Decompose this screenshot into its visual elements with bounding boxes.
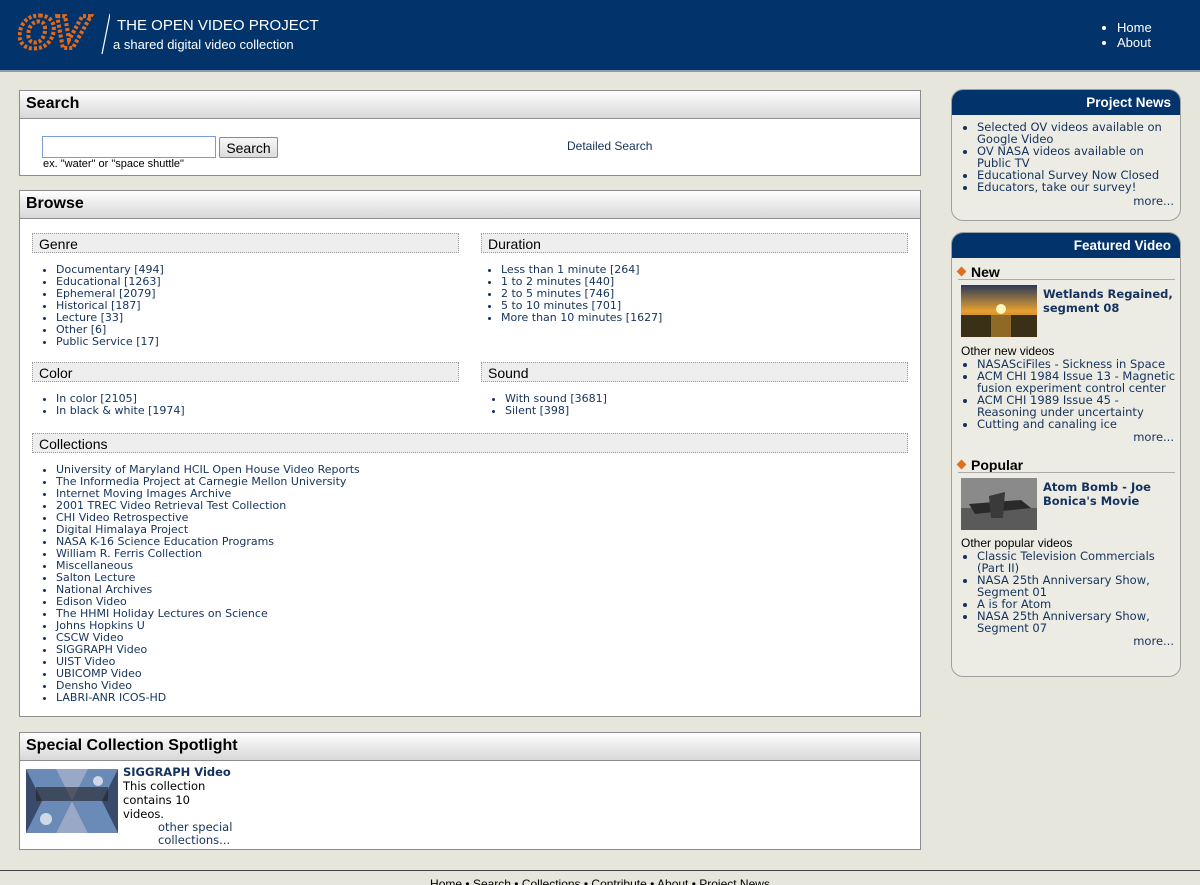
nav-item-home: Home [1117,20,1152,35]
spotlight-description: This collection contains 10 videos. [123,779,206,821]
other-new-list: NASASciFiles - Sickness in Space ACM CHI… [952,358,1180,430]
color-heading: Color [32,362,459,382]
list-item: Educators, take our survey! [977,181,1180,193]
news-link[interactable]: Educators, take our survey! [977,180,1136,194]
nav-about-link[interactable]: About [1117,35,1151,50]
genre-link[interactable]: Public Service [17] [56,335,159,348]
top-nav: Home About [1103,20,1152,50]
color-link[interactable]: In black & white [1974] [56,404,185,417]
new-more-link[interactable]: more... [1133,430,1174,444]
other-popular-list: Classic Television Commercials (Part II)… [952,550,1180,634]
popular-heading: Popular [956,457,1023,473]
ov-logo[interactable]: OV [16,6,111,61]
browse-panel: Browse Genre Documentary [494] Education… [19,190,921,717]
footer-home-link[interactable]: Home [430,877,462,885]
spotlight-heading: Special Collection Spotlight [20,733,920,761]
video-link[interactable]: ACM CHI 1989 Issue 45 - Reasoning under … [977,393,1144,419]
new-heading-label: New [971,264,1000,280]
list-item: NASA 25th Anniversary Show, Segment 01 [977,574,1180,598]
project-news-heading: Project News [952,90,1180,115]
list-item: ACM CHI 1989 Issue 45 - Reasoning under … [977,394,1180,418]
list-item: Selected OV videos available on Google V… [977,121,1180,145]
bullet-diamond-icon [956,459,967,470]
bullet-diamond-icon [956,266,967,277]
list-item: More than 10 minutes [1627] [501,312,662,324]
list-item: Classic Television Commercials (Part II) [977,550,1180,574]
genre-list: Documentary [494] Educational [1263] Eph… [38,264,164,348]
search-input[interactable] [42,136,216,158]
spotlight-panel: Special Collection Spotlight SIGGRAPH Vi… [19,732,921,850]
genre-heading: Genre [32,233,459,253]
site-footer: Home • Search • Collections • Contribute… [0,870,1200,885]
sound-heading: Sound [481,362,908,382]
search-button[interactable]: Search [219,137,278,158]
list-item: ACM CHI 1984 Issue 13 - Magnetic fusion … [977,370,1180,394]
new-heading: New [956,264,1000,280]
color-list: In color [2105] In black & white [1974] [38,393,185,417]
popular-video-thumbnail[interactable] [961,478,1037,530]
popular-video-title-link[interactable]: Atom Bomb - Joe Bonica's Movie [1043,480,1178,508]
collection-link[interactable]: LABRI-ANR ICOS-HD [56,691,166,704]
spotlight-more-link[interactable]: other special collections... [158,821,238,847]
featured-video-heading: Featured Video [952,233,1180,258]
site-tagline: a shared digital video collection [113,37,294,52]
footer-about-link[interactable]: About [657,877,688,885]
project-news-panel: Project News Selected OV videos availabl… [951,89,1181,221]
news-link[interactable]: OV NASA videos available on Public TV [977,144,1144,170]
news-list: Selected OV videos available on Google V… [952,121,1180,193]
search-panel: Search Search ex. "water" or "space shut… [19,90,921,176]
popular-more-link[interactable]: more... [1133,634,1174,648]
spotlight-title-link[interactable]: SIGGRAPH Video [123,765,231,779]
video-link[interactable]: NASA 25th Anniversary Show, Segment 07 [977,609,1150,635]
collections-list: University of Maryland HCIL Open House V… [38,464,360,704]
footer-search-link[interactable]: Search [473,877,511,885]
news-link[interactable]: Selected OV videos available on Google V… [977,120,1162,146]
search-hint: ex. "water" or "space shuttle" [43,158,184,170]
list-item: Cutting and canaling ice [977,418,1180,430]
other-new-heading: Other new videos [961,344,1055,358]
spotlight-thumbnail[interactable] [26,769,118,833]
new-video-thumbnail[interactable] [961,285,1037,337]
list-item: Public Service [17] [56,336,164,348]
list-item: OV NASA videos available on Public TV [977,145,1180,169]
list-item: NASA 25th Anniversary Show, Segment 07 [977,610,1180,634]
video-link[interactable]: ACM CHI 1984 Issue 13 - Magnetic fusion … [977,369,1175,395]
search-heading: Search [20,91,920,119]
detailed-search-link[interactable]: Detailed Search [567,139,652,153]
video-link[interactable]: NASA 25th Anniversary Show, Segment 01 [977,573,1150,599]
footer-news-link[interactable]: Project News [699,877,770,885]
browse-heading: Browse [20,191,920,219]
site-title: THE OPEN VIDEO PROJECT [117,17,319,34]
nav-item-about: About [1117,35,1152,50]
list-item: In black & white [1974] [56,405,185,417]
new-video-title-link[interactable]: Wetlands Regained, segment 08 [1043,287,1178,315]
duration-list: Less than 1 minute [264] 1 to 2 minutes … [483,264,662,324]
footer-collections-link[interactable]: Collections [522,877,581,885]
video-link[interactable]: Classic Television Commercials (Part II) [977,549,1155,575]
nav-home-link[interactable]: Home [1117,20,1152,35]
news-more-link[interactable]: more... [1133,194,1174,208]
collections-heading: Collections [32,433,908,453]
logo-text: OV [18,8,91,56]
duration-link[interactable]: More than 10 minutes [1627] [501,311,662,324]
featured-video-panel: Featured Video New Wetlands Regained, se… [951,232,1181,677]
list-item: LABRI-ANR ICOS-HD [56,692,360,704]
video-link[interactable]: Cutting and canaling ice [977,417,1117,431]
site-header: OV THE OPEN VIDEO PROJECT a shared digit… [0,0,1200,72]
popular-heading-label: Popular [971,457,1024,473]
footer-contribute-link[interactable]: Contribute [591,877,646,885]
duration-heading: Duration [481,233,908,253]
list-item: Silent [398] [505,405,607,417]
sound-list: With sound [3681] Silent [398] [487,393,607,417]
sound-link[interactable]: Silent [398] [505,404,569,417]
divider [958,279,1175,280]
other-popular-heading: Other popular videos [961,536,1073,550]
divider [958,472,1175,473]
